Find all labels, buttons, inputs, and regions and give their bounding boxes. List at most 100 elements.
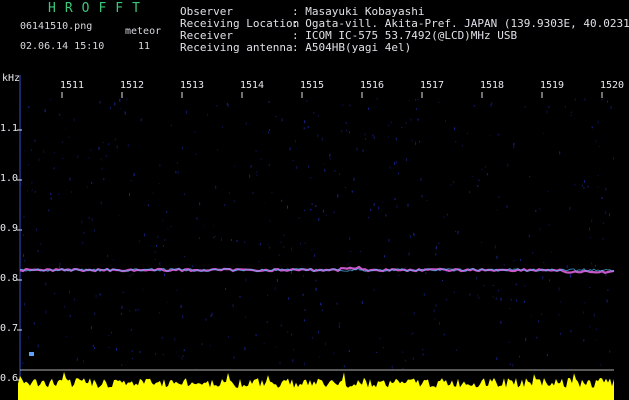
noise-dot xyxy=(294,140,296,143)
noise-dot xyxy=(315,287,317,291)
noise-dot xyxy=(602,222,604,224)
noise-dot xyxy=(584,98,586,101)
noise-dot xyxy=(37,250,39,253)
noise-dot xyxy=(589,236,591,238)
noise-dot xyxy=(147,204,149,207)
noise-dot xyxy=(321,137,323,141)
noise-dot xyxy=(600,363,602,366)
noise-dot xyxy=(446,213,448,216)
noise-dot xyxy=(379,338,381,339)
noise-dot xyxy=(312,336,313,339)
noise-dot xyxy=(315,205,317,208)
noise-dot xyxy=(20,229,22,232)
noise-dot xyxy=(304,308,306,311)
noise-dot xyxy=(481,168,483,170)
noise-dot xyxy=(395,160,397,164)
noise-dot xyxy=(609,213,610,217)
noise-dot xyxy=(213,225,215,227)
antenna-label: Receiving antenna xyxy=(180,41,293,54)
noise-dot xyxy=(353,177,355,181)
noise-dot xyxy=(453,291,455,294)
noise-dot xyxy=(105,154,107,157)
noise-dot xyxy=(64,305,66,308)
noise-dot xyxy=(28,164,29,166)
noise-dot xyxy=(175,171,177,174)
noise-dot xyxy=(507,163,509,167)
noise-dot xyxy=(99,101,101,104)
noise-dot xyxy=(158,312,160,314)
noise-dot xyxy=(570,115,572,116)
noise-dot xyxy=(211,312,213,316)
noise-dot xyxy=(368,276,370,279)
noise-dot xyxy=(119,98,121,102)
noise-dot xyxy=(453,127,455,131)
noise-dot xyxy=(362,149,364,152)
noise-dot xyxy=(26,310,28,312)
noise-dot xyxy=(546,354,548,356)
noise-dot xyxy=(59,262,61,266)
noise-dot xyxy=(409,235,411,239)
noise-dot xyxy=(142,289,144,291)
noise-dot xyxy=(609,350,611,353)
noise-dot xyxy=(48,209,50,212)
noise-dot xyxy=(582,311,584,314)
noise-dot xyxy=(560,332,562,335)
noise-dot xyxy=(343,365,345,368)
noise-dot xyxy=(303,275,305,278)
noise-dot xyxy=(231,239,232,241)
noise-dot xyxy=(385,214,387,217)
noise-dot xyxy=(597,186,599,188)
noise-dot xyxy=(54,293,55,294)
noise-dot xyxy=(129,310,131,312)
noise-dot xyxy=(249,174,251,178)
noise-dot xyxy=(349,104,351,107)
observer-label: Observer xyxy=(180,5,233,18)
noise-dot xyxy=(198,237,200,240)
noise-dot xyxy=(22,234,24,237)
noise-dot xyxy=(325,342,326,346)
noise-dot xyxy=(406,158,408,162)
noise-dot xyxy=(210,315,212,317)
noise-dot xyxy=(114,138,116,141)
noise-dot xyxy=(154,250,156,253)
noise-dot xyxy=(469,293,471,296)
noise-dot xyxy=(77,155,79,159)
noise-dot xyxy=(528,234,530,238)
noise-dot xyxy=(90,149,92,152)
noise-dot xyxy=(543,132,545,134)
noise-dot xyxy=(404,359,406,362)
noise-dot xyxy=(370,208,372,211)
noise-dot xyxy=(587,185,589,188)
receiver-label: Receiver xyxy=(180,29,233,42)
filename-label: 06141510.png xyxy=(20,21,93,32)
noise-dot xyxy=(469,191,470,194)
noise-dot xyxy=(81,220,83,224)
noise-dot xyxy=(122,291,124,293)
noise-dot xyxy=(473,104,475,107)
noise-dot xyxy=(166,301,168,303)
noise-dot xyxy=(62,157,64,159)
noise-dot xyxy=(108,143,110,146)
noise-dot xyxy=(108,346,110,348)
noise-dot xyxy=(376,98,378,100)
noise-dot xyxy=(509,308,511,309)
noise-dot xyxy=(339,322,340,326)
noise-dot xyxy=(351,190,353,193)
noise-dot xyxy=(186,110,188,114)
noise-dot xyxy=(292,359,294,363)
noise-dot xyxy=(506,205,508,208)
noise-dot xyxy=(137,309,139,311)
noise-dot xyxy=(74,298,76,301)
noise-dot xyxy=(94,347,96,350)
noise-dot xyxy=(598,146,600,147)
noise-dot xyxy=(303,362,305,366)
noise-dot xyxy=(50,193,52,195)
noise-dot xyxy=(341,130,343,133)
noise-dot xyxy=(483,285,485,287)
noise-dot xyxy=(443,215,445,218)
noise-dot xyxy=(239,295,241,298)
noise-dot xyxy=(513,260,515,262)
noise-dot xyxy=(453,180,455,183)
noise-dot xyxy=(498,196,500,198)
noise-dot xyxy=(398,172,399,175)
